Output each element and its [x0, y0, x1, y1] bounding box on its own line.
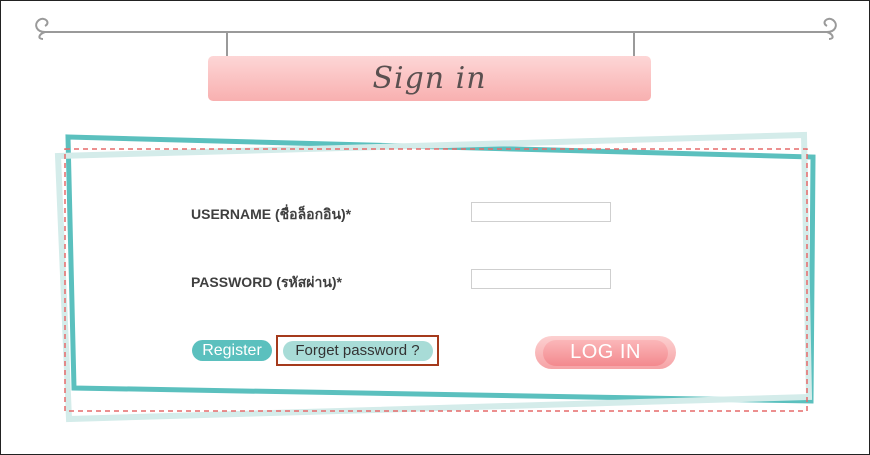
login-button-label: LOG IN [543, 339, 668, 366]
login-button[interactable]: LOG IN [535, 336, 676, 369]
card-frame-decoration [54, 131, 816, 423]
page-frame: Sign in USERNAME (ชื่อล็อกอิน)* PASSWORD… [0, 0, 870, 455]
page-title: Sign in [372, 61, 487, 96]
signin-banner: Sign in [208, 56, 651, 101]
register-button[interactable]: Register [192, 340, 272, 361]
password-input[interactable] [471, 269, 611, 289]
forgot-password-button[interactable]: Forget password ? [282, 340, 433, 361]
forgot-password-highlight: Forget password ? [276, 335, 439, 366]
password-label: PASSWORD (รหัสผ่าน)* [191, 274, 342, 290]
username-input[interactable] [471, 202, 611, 222]
username-label: USERNAME (ชื่อล็อกอิน)* [191, 206, 352, 222]
